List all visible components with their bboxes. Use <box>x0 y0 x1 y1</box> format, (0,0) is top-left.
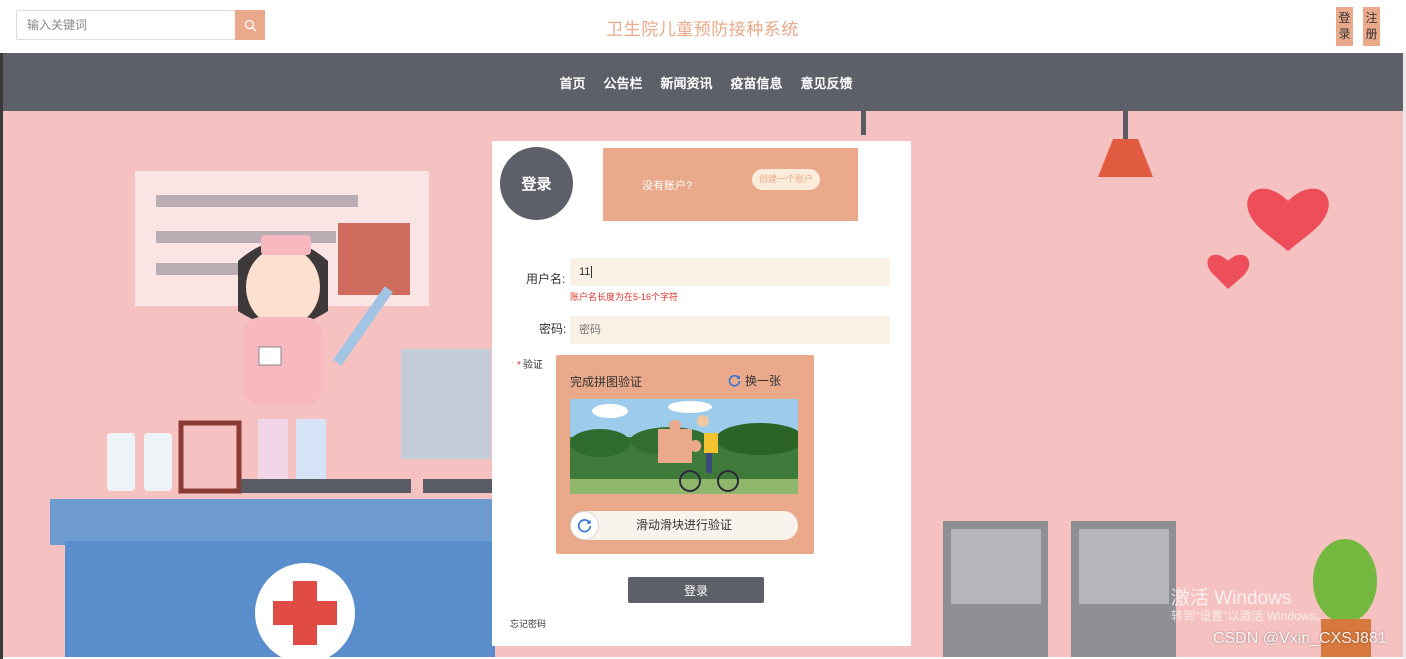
nav-item-bulletin[interactable]: 公告栏 <box>603 73 642 92</box>
username-field[interactable]: 11 <box>570 258 890 286</box>
windows-activation-title: 激活 Windows <box>1171 588 1292 609</box>
captcha-title: 完成拼图验证 <box>570 375 643 389</box>
username-label: 用户名: <box>526 272 566 286</box>
verify-label: 验证 <box>522 360 543 371</box>
nav-item-feedback[interactable]: 意见反馈 <box>801 73 853 92</box>
login-card: 登录 没有账户? 创建一个账户 用户名: 11 账户名长度为在5-16个字符 密… <box>492 141 911 646</box>
forgot-password-link[interactable]: 忘记密码 <box>510 617 546 630</box>
search-button[interactable] <box>235 10 265 40</box>
required-mark: * <box>517 360 521 371</box>
csdn-watermark: CSDN @Vxin_CXSJ881 <box>1213 630 1387 647</box>
refresh-icon <box>728 375 741 387</box>
nav-item-vaccine-info[interactable]: 疫苗信息 <box>731 73 783 92</box>
verify-label-wrap: * 验证 <box>517 356 543 371</box>
no-account-text: 没有账户? <box>642 180 693 192</box>
signup-panel: 没有账户? 创建一个账户 <box>603 148 858 221</box>
site-title: 卫生院儿童预防接种系统 <box>606 20 799 39</box>
captcha-slider-track: 滑动滑块进行验证 <box>570 511 798 540</box>
search-input[interactable] <box>17 11 237 39</box>
login-submit-button[interactable]: 登录 <box>628 577 764 603</box>
windows-activation-subtitle: 转到"设置"以激活 Windows。 <box>1171 609 1328 623</box>
search-box <box>16 10 265 40</box>
nav-item-news[interactable]: 新闻资讯 <box>660 73 712 92</box>
captcha-refresh-label: 换一张 <box>745 374 782 388</box>
text-caret <box>591 266 593 278</box>
captcha-puzzle-image <box>570 399 798 494</box>
puzzle-captcha: 完成拼图验证 换一张 滑动滑块进行验证 <box>556 355 814 554</box>
refresh-icon <box>577 519 592 533</box>
nav-item-home[interactable]: 首页 <box>559 73 585 92</box>
search-icon <box>244 19 256 31</box>
slider-hint: 滑动滑块进行验证 <box>635 518 732 532</box>
register-link[interactable]: 注册 <box>1363 7 1380 46</box>
top-bar: 卫生院儿童预防接种系统 登录 注册 <box>0 0 1406 53</box>
password-field[interactable] <box>570 316 890 344</box>
captcha-slider-handle[interactable] <box>571 512 598 539</box>
captcha-refresh-button[interactable]: 换一张 <box>728 372 781 389</box>
login-link[interactable]: 登录 <box>1336 7 1353 46</box>
password-label: 密码: <box>539 322 567 336</box>
main-nav: 首页 公告栏 新闻资讯 疫苗信息 意见反馈 <box>3 53 1403 111</box>
login-badge: 登录 <box>500 147 573 220</box>
username-error: 账户名长度为在5-16个字符 <box>570 292 679 302</box>
username-value: 11 <box>579 266 591 278</box>
create-account-button[interactable]: 创建一个账户 <box>752 169 821 190</box>
